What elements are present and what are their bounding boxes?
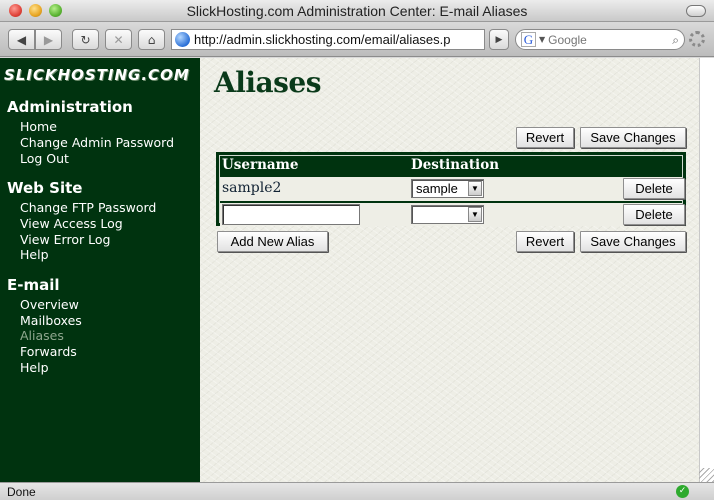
table-row: sample2 sample ▼ Delete — [220, 177, 685, 201]
save-changes-button-top[interactable]: Save Changes — [580, 127, 686, 148]
sidebar: SLICKHOSTING.COM Administration Home Cha… — [0, 58, 200, 482]
globe-icon — [175, 32, 190, 47]
nav-link-change-ftp-password[interactable]: Change FTP Password — [20, 200, 156, 215]
nav-link-web-help[interactable]: Help — [20, 247, 49, 262]
add-new-alias-button[interactable]: Add New Alias — [217, 231, 328, 252]
home-button[interactable]: ⌂ — [138, 29, 165, 50]
new-alias-destination-select[interactable]: ▼ — [411, 205, 484, 224]
nav-link-aliases[interactable]: Aliases — [20, 328, 64, 343]
delete-button[interactable]: Delete — [623, 178, 685, 199]
column-header-destination: Destination — [411, 157, 500, 173]
back-button[interactable]: ◀ — [8, 29, 35, 50]
alias-username: sample2 — [222, 180, 282, 196]
search-bar[interactable]: G ▼ ⌕ — [515, 29, 685, 50]
nav-link-log-out[interactable]: Log Out — [20, 151, 69, 166]
save-changes-button-bottom[interactable]: Save Changes — [580, 231, 686, 252]
forward-button[interactable]: ▶ — [35, 29, 62, 50]
aliases-table: Username Destination sample2 sample ▼ De… — [216, 152, 686, 226]
table-row: ▼ Delete — [220, 203, 685, 226]
chevron-down-icon[interactable]: ▼ — [468, 181, 482, 196]
revert-button-top[interactable]: Revert — [516, 127, 574, 148]
destination-select-value: sample — [416, 181, 458, 196]
delete-button[interactable]: Delete — [623, 204, 685, 225]
site-logo[interactable]: SLICKHOSTING.COM — [4, 66, 198, 84]
go-arrow-icon: ▶ — [495, 34, 503, 45]
nav-heading-web-site: Web Site — [7, 179, 83, 197]
back-arrow-icon: ◀ — [16, 32, 27, 47]
address-bar[interactable]: http://admin.slickhosting.com/email/alia… — [171, 29, 485, 50]
status-bar: Done ✓ — [0, 482, 714, 500]
destination-select[interactable]: sample ▼ — [411, 179, 484, 198]
browser-toolbar: ◀ ▶ ↻ ✕ ⌂ http://admin.slickhosting.com/… — [0, 22, 714, 57]
google-icon[interactable]: G — [521, 32, 536, 47]
reload-button[interactable]: ↻ — [72, 29, 99, 50]
check-circle-icon: ✓ — [676, 485, 689, 498]
nav-heading-email: E-mail — [7, 276, 60, 294]
reload-icon: ↻ — [80, 32, 91, 47]
nav-link-change-admin-password[interactable]: Change Admin Password — [20, 135, 174, 150]
loading-spinner-icon — [689, 31, 705, 47]
nav-link-mailboxes[interactable]: Mailboxes — [20, 313, 82, 328]
window-titlebar: SlickHosting.com Administration Center: … — [0, 0, 714, 22]
search-input[interactable] — [548, 32, 661, 47]
vertical-scrollbar[interactable] — [699, 58, 714, 482]
main-content: Aliases Revert Save Changes Username Des… — [200, 58, 699, 482]
column-header-username: Username — [222, 157, 299, 173]
nav-link-email-help[interactable]: Help — [20, 360, 49, 375]
toolbar-toggle-button[interactable] — [686, 5, 706, 17]
stop-button[interactable]: ✕ — [105, 29, 132, 50]
nav-link-home[interactable]: Home — [20, 119, 57, 134]
nav-link-view-access-log[interactable]: View Access Log — [20, 216, 123, 231]
nav-link-overview[interactable]: Overview — [20, 297, 79, 312]
search-engine-dropdown-icon[interactable]: ▼ — [539, 35, 545, 44]
search-icon[interactable]: ⌕ — [672, 33, 679, 48]
stop-icon: ✕ — [113, 32, 124, 47]
revert-button-bottom[interactable]: Revert — [516, 231, 574, 252]
aliases-table-frame: Username Destination sample2 sample ▼ De… — [219, 155, 685, 226]
new-alias-username-input[interactable] — [222, 204, 360, 225]
window-title: SlickHosting.com Administration Center: … — [186, 3, 528, 19]
forward-arrow-icon: ▶ — [43, 32, 54, 47]
home-icon: ⌂ — [147, 32, 156, 47]
nav-link-forwards[interactable]: Forwards — [20, 344, 77, 359]
nav-heading-administration: Administration — [7, 98, 133, 116]
resize-grip-icon[interactable] — [699, 468, 714, 482]
page-title: Aliases — [214, 66, 321, 99]
nav-link-view-error-log[interactable]: View Error Log — [20, 232, 110, 247]
chevron-down-icon[interactable]: ▼ — [468, 207, 482, 222]
go-button[interactable]: ▶ — [489, 29, 509, 50]
address-text[interactable]: http://admin.slickhosting.com/email/alia… — [194, 32, 451, 47]
status-text: Done — [7, 485, 36, 499]
